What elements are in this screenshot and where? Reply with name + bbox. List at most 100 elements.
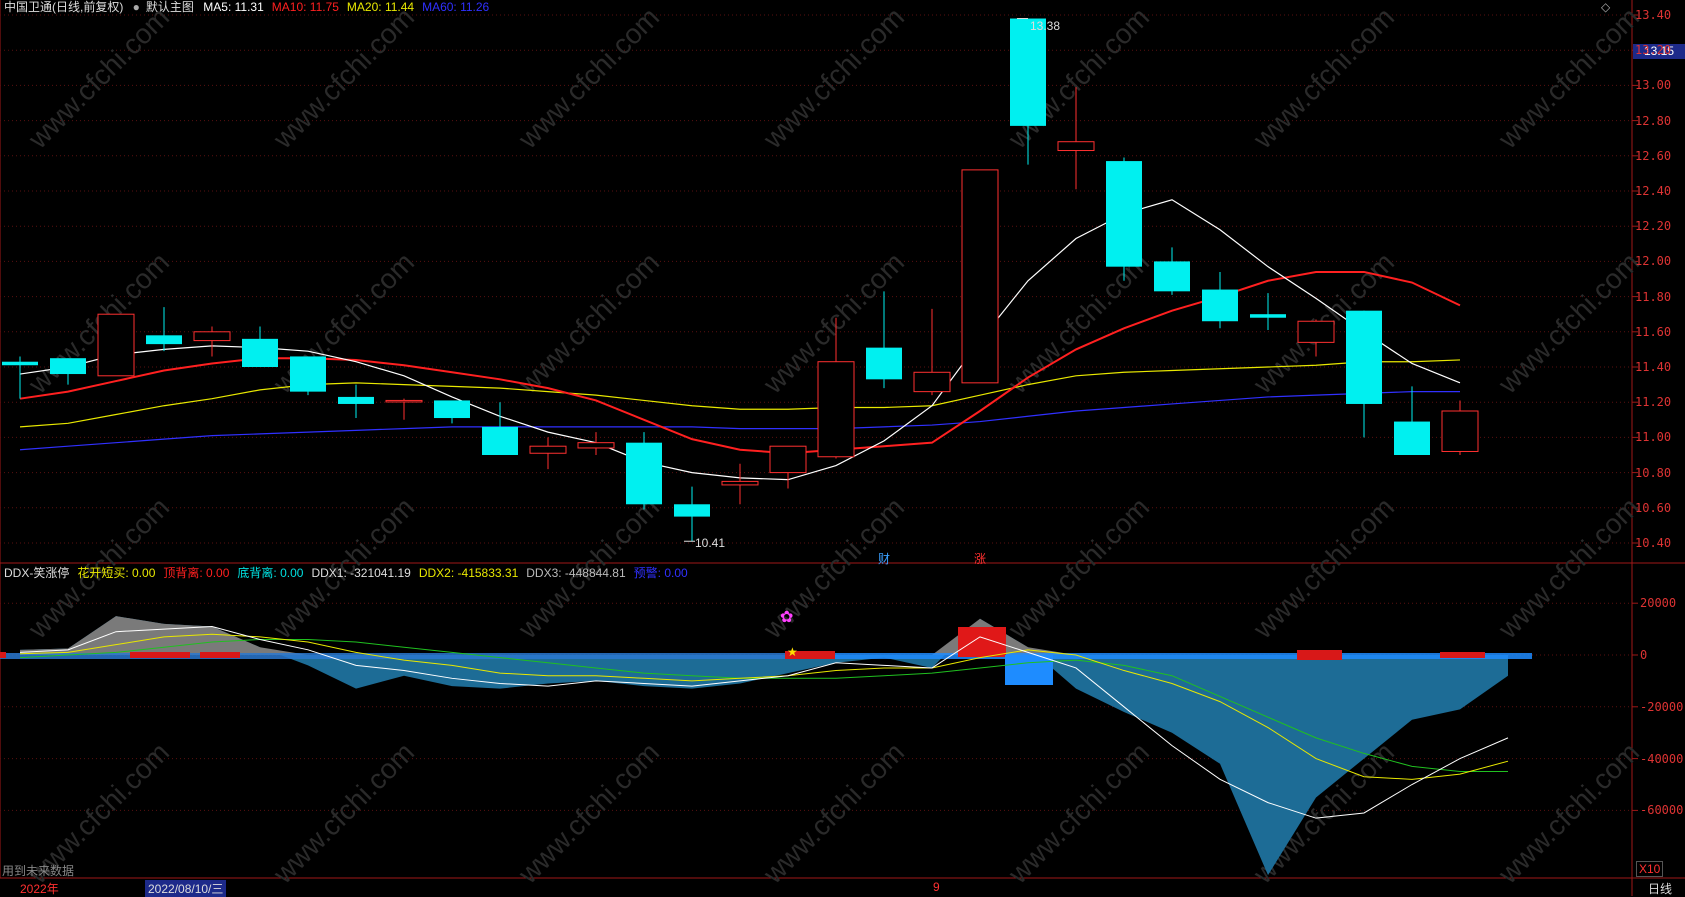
ma-label-1: MA10: 11.75 — [271, 0, 339, 14]
watermark-text: www.cfchi.com — [512, 1, 666, 155]
ma60-line — [19, 391, 1460, 451]
ddx-tick-label: -60000 — [1640, 803, 1684, 818]
candle-body — [1154, 261, 1190, 292]
candle-body — [1202, 289, 1238, 322]
ddx-red-block — [200, 652, 240, 658]
ddx-zero-bar — [572, 653, 620, 659]
kline-chart[interactable]: www.cfchi.com www.cfchi.com www.cfchi.com w… — [0, 0, 1685, 896]
price-tick-label: 11.80 — [1635, 289, 1672, 304]
annotation-high: 13.38 — [1030, 19, 1061, 33]
ma-label-2: MA20: 11.44 — [346, 0, 415, 14]
ddx-zero-bar — [668, 653, 716, 659]
watermark-text: www.cfchi.com — [267, 246, 421, 400]
main-chart-header: 中国卫通(日线,前复权) ● 默认主图 MA5: 11.31 MA10: 11.75… — [4, 0, 503, 14]
ddx-label-2: 顶背离: 0.00 — [163, 566, 230, 580]
footer-mark: 9 — [933, 880, 940, 894]
ddx-tick-label: 20000 — [1640, 596, 1677, 611]
candle-body — [1346, 310, 1382, 404]
ddx-red-block — [1297, 650, 1342, 660]
main-view-label[interactable]: 默认主图 — [146, 0, 194, 14]
watermark-text: www.cfchi.com — [757, 1, 911, 155]
ddx-tick-label: -40000 — [1640, 751, 1684, 766]
watermark-text: www.cfchi.com — [1492, 736, 1646, 890]
view-toggle-icon[interactable]: ● — [133, 0, 140, 14]
ma20-line — [19, 359, 1461, 428]
candle-body — [193, 331, 231, 342]
candle-body — [769, 445, 807, 474]
price-tick-label: 11.60 — [1635, 324, 1672, 339]
watermark-text: www.cfchi.com — [22, 1, 176, 155]
future-data-warning: 用到未来数据 — [2, 864, 75, 878]
candle-body — [434, 400, 470, 419]
price-tick-label: 10.80 — [1635, 465, 1672, 480]
ddx-zero-bar — [1484, 653, 1532, 659]
candle-body — [961, 169, 999, 384]
candle-body — [2, 361, 38, 366]
sub-chart-header: DDX-笑涨停 花开短买: 0.00 顶背离: 0.00 底背离: 0.00 DDX1:… — [4, 566, 702, 580]
ma10-line — [19, 270, 1461, 455]
price-tick-label: 11.40 — [1635, 360, 1672, 374]
candle-body — [866, 347, 902, 380]
price-tick-label: 11.00 — [1635, 430, 1672, 445]
ddx-zero-bar — [1148, 653, 1196, 659]
candle-body — [1106, 161, 1142, 267]
ddx-label-6: DDX3: -448844.81 — [526, 566, 626, 580]
watermark-text: www.cfchi.com — [1002, 246, 1156, 400]
watermark-text: www.cfchi.com — [1247, 491, 1401, 645]
candle-body — [674, 504, 710, 517]
price-tick-label: 10.40 — [1635, 536, 1672, 550]
zoom-level[interactable]: X10 — [1636, 861, 1664, 877]
price-tick-label: 12.20 — [1635, 219, 1672, 234]
flower-marker: ✿ — [780, 609, 793, 626]
ddx-red-block — [130, 652, 190, 658]
ddx-zero-bar — [1100, 653, 1148, 659]
candle-body — [529, 445, 567, 454]
candle-body — [1057, 141, 1095, 152]
candle-body — [1250, 314, 1286, 318]
watermark-text: www.cfchi.com — [1002, 491, 1156, 645]
ddx-zero-bar — [236, 653, 284, 659]
candle-body — [146, 335, 182, 345]
ddx-zero-bar — [380, 653, 428, 659]
candle-body — [50, 358, 86, 375]
ddx-red-block — [1440, 652, 1485, 658]
ddx-zero-bar — [332, 653, 380, 659]
ddx-zero-bar — [620, 653, 668, 659]
candle-body — [1010, 18, 1046, 126]
ddx-zero-bar — [524, 653, 572, 659]
price-tick-label: 12.80 — [1635, 113, 1672, 128]
star-marker: ★ — [787, 645, 798, 659]
ma-legend: MA5: 11.31 MA10: 11.75 MA20: 11.44 MA60: 11… — [203, 0, 497, 14]
stock-title: 中国卫通(日线,前复权) — [4, 0, 124, 14]
ma-label-0: MA5: 11.31 — [203, 0, 264, 14]
watermark-text: www.cfchi.com — [512, 736, 666, 890]
price-tick-label: 13.00 — [1635, 78, 1672, 93]
ddx-drop-block — [1005, 655, 1053, 685]
diamond-icon[interactable]: ◇ — [1601, 0, 1610, 14]
ddx-zero-bar — [1388, 653, 1436, 659]
price-tick-label: 13.20 — [1635, 43, 1672, 58]
ddx-zero-bar — [1340, 653, 1388, 659]
watermark-text: www.cfchi.com — [1492, 246, 1646, 400]
ddx-zero-bar — [284, 653, 332, 659]
candle-body — [913, 371, 951, 393]
price-tick-label: 12.40 — [1635, 184, 1672, 198]
watermark-text: www.cfchi.com — [1492, 1, 1646, 155]
ddx-label-4: DDX1: -321041.19 — [311, 566, 411, 580]
candle-body — [1297, 320, 1335, 343]
price-tick-label: 10.60 — [1635, 500, 1672, 515]
footer-date[interactable]: 2022/08/10/三 — [145, 880, 227, 897]
annotation-cai[interactable]: 财 — [878, 550, 890, 567]
ddx-legend: DDX-笑涨停 花开短买: 0.00 顶背离: 0.00 底背离: 0.00 DDX1:… — [4, 566, 696, 580]
annotation-zhang[interactable]: 涨 — [974, 550, 986, 567]
candle-body — [721, 480, 759, 486]
ddx-surge-block — [958, 627, 1006, 657]
price-tick-label: 13.40 — [1635, 8, 1672, 22]
period-label[interactable]: 日线 — [1648, 880, 1672, 897]
candle-body — [290, 356, 326, 392]
watermark-text: www.cfchi.com — [267, 736, 421, 890]
price-tick-label: 12.60 — [1635, 148, 1672, 163]
ddx-zero-bar — [908, 653, 956, 659]
ddx-zero-bar — [716, 653, 764, 659]
ddx-label-7: 预警: 0.00 — [633, 566, 688, 580]
